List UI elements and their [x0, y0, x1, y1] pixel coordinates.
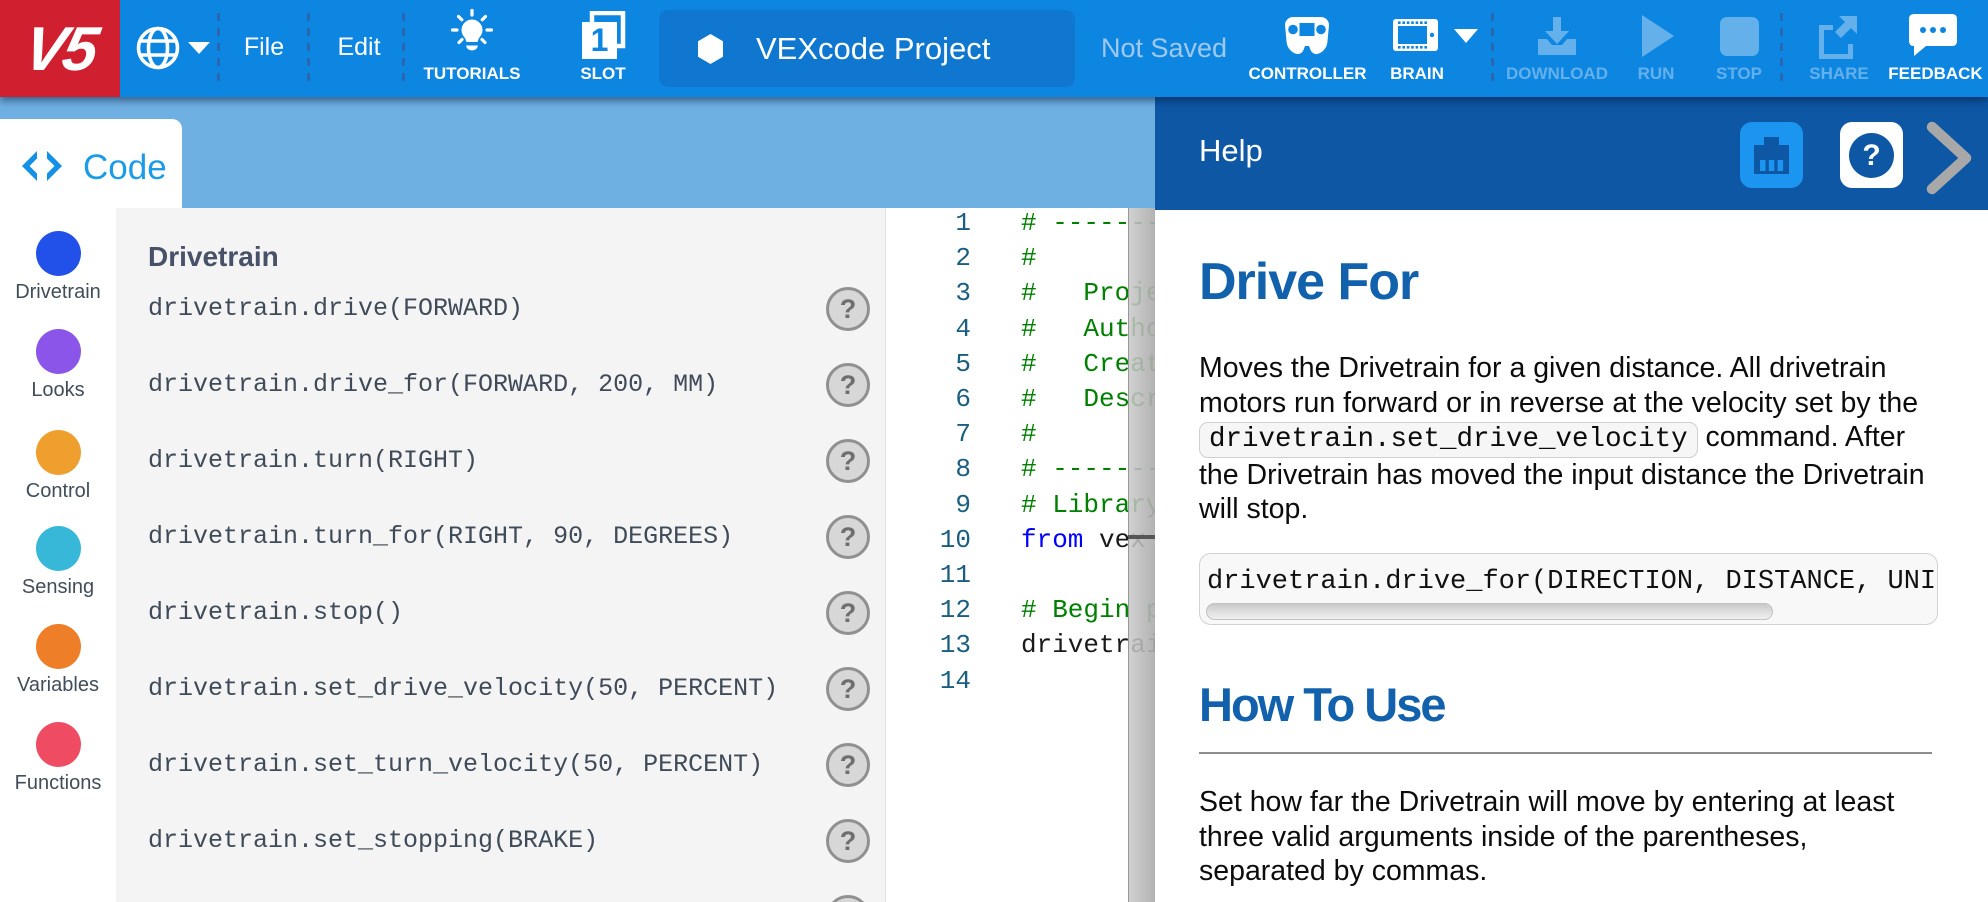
svg-text:1: 1	[591, 22, 609, 58]
